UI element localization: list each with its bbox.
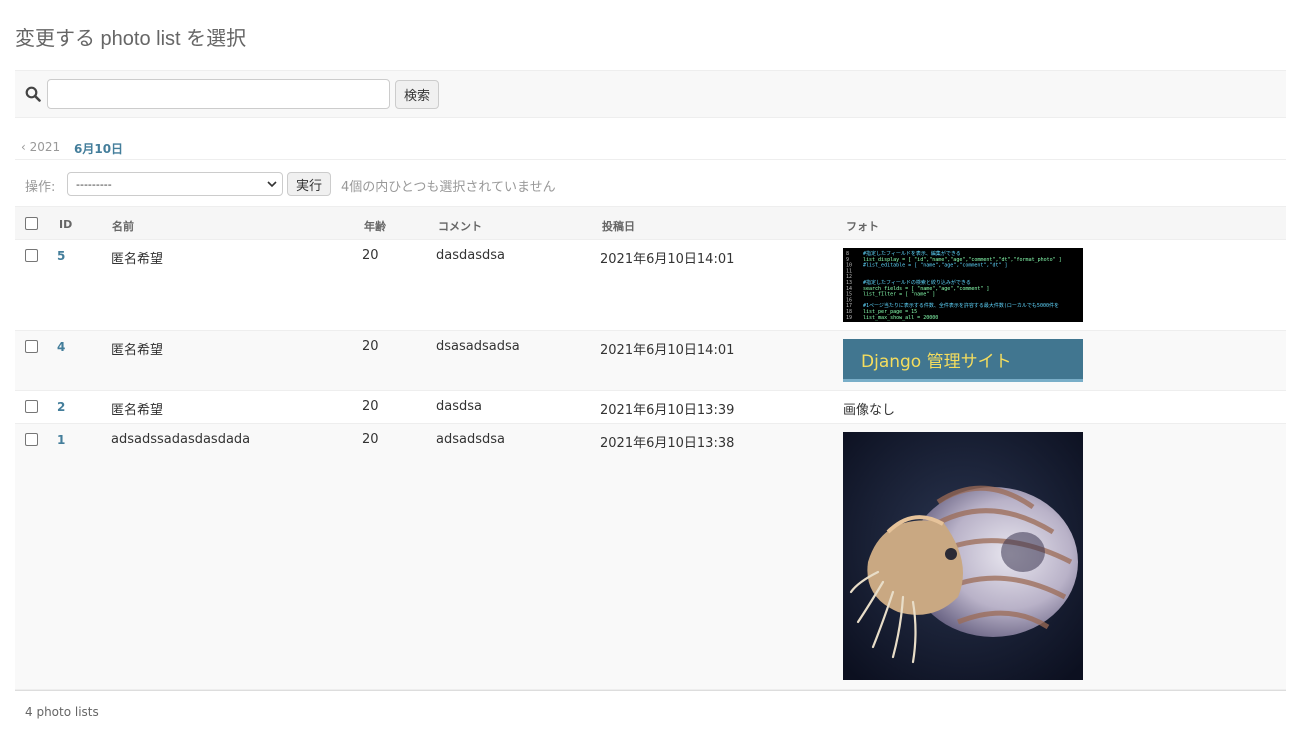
date-back-link[interactable]: ‹ 2021 [21, 140, 60, 154]
row-photo-django-banner: Django 管理サイト [843, 339, 1083, 382]
row-name: 匿名希望 [111, 252, 164, 267]
row-id-link[interactable]: 5 [57, 249, 65, 263]
row-comment: dasdsa [436, 399, 482, 414]
row-date: 2021年6月10日13:39 [600, 403, 735, 418]
row-name: 匿名希望 [111, 403, 164, 418]
paginator: 4 photo lists [15, 690, 1286, 733]
django-banner-text: Django 管理サイト [861, 352, 1012, 372]
row-id-link[interactable]: 4 [57, 340, 65, 354]
action-select-value: --------- [76, 178, 112, 191]
row-name: 匿名希望 [111, 343, 164, 358]
row-id-link[interactable]: 1 [57, 433, 65, 447]
row-checkbox[interactable] [25, 400, 38, 413]
row-date: 2021年6月10日14:01 [600, 343, 735, 358]
code-line-text: #list_editable = [ "name","age","comment… [863, 263, 1008, 269]
select-all-checkbox[interactable] [25, 217, 38, 230]
table-header: ID 名前 年齢 コメント 投稿日 フォト [15, 206, 1286, 240]
actions-bar: 操作: --------- 実行 4個の内ひとつも選択されていません [15, 161, 1286, 206]
row-checkbox[interactable] [25, 249, 38, 262]
date-hierarchy: ‹ 2021 6月10日 [15, 134, 1286, 160]
column-header-age[interactable]: 年齢 [364, 218, 386, 234]
row-age: 20 [362, 248, 379, 263]
column-header-photo[interactable]: フォト [846, 218, 879, 234]
code-line-number: 19 [846, 315, 852, 321]
table-row: 4 匿名希望 20 dsasadsadsa 2021年6月10日14:01 Dj… [15, 331, 1286, 391]
page-title: 変更する photo list を選択 [15, 28, 247, 50]
row-age: 20 [362, 399, 379, 414]
go-button[interactable]: 実行 [287, 172, 331, 196]
date-current: 6月10日 [74, 142, 124, 156]
row-checkbox[interactable] [25, 340, 38, 353]
row-id-link[interactable]: 2 [57, 400, 65, 414]
row-date: 2021年6月10日14:01 [600, 252, 735, 267]
column-header-id[interactable]: ID [59, 218, 72, 231]
chevron-down-icon [267, 181, 277, 188]
code-line-text: list_max_show_all = 20000 [863, 315, 938, 321]
table-row: 5 匿名希望 20 dasdasdsa 2021年6月10日14:01 8 #指定… [15, 240, 1286, 331]
actions-label: 操作: [25, 180, 56, 195]
row-comment: dasdasdsa [436, 248, 505, 263]
row-comment: dsasadsadsa [436, 339, 520, 354]
result-table: ID 名前 年齢 コメント 投稿日 フォト 5 匿名希望 20 dasdasds… [15, 206, 1286, 690]
row-photo-nautilus [843, 432, 1083, 680]
table-row: 1 adsadssadasdasdada 20 adsadsdsa 2021年6… [15, 424, 1286, 690]
search-icon [25, 86, 41, 102]
row-age: 20 [362, 432, 379, 447]
row-comment: adsadsdsa [436, 432, 505, 447]
search-button[interactable]: 検索 [395, 80, 439, 109]
row-name: adsadssadasdasdada [111, 432, 251, 447]
code-line-text: list_filter = [ "name" ] [863, 292, 935, 298]
table-row: 2 匿名希望 20 dasdsa 2021年6月10日13:39 画像なし [15, 391, 1286, 424]
action-select[interactable]: --------- [67, 172, 283, 196]
column-header-comment[interactable]: コメント [438, 218, 482, 234]
row-photo-none: 画像なし [843, 403, 896, 418]
row-age: 20 [362, 339, 379, 354]
row-checkbox[interactable] [25, 433, 38, 446]
column-header-name[interactable]: 名前 [112, 218, 134, 234]
row-photo-code-screenshot: 8 #指定したフィールドを表示、編集ができる9 list_display = [ "… [843, 248, 1083, 322]
action-counter: 4個の内ひとつも選択されていません [341, 180, 556, 195]
column-header-date[interactable]: 投稿日 [602, 218, 635, 234]
result-count: 4 photo lists [25, 705, 99, 719]
search-toolbar: 検索 [15, 70, 1286, 118]
search-input[interactable] [47, 79, 390, 109]
row-date: 2021年6月10日13:38 [600, 436, 735, 451]
